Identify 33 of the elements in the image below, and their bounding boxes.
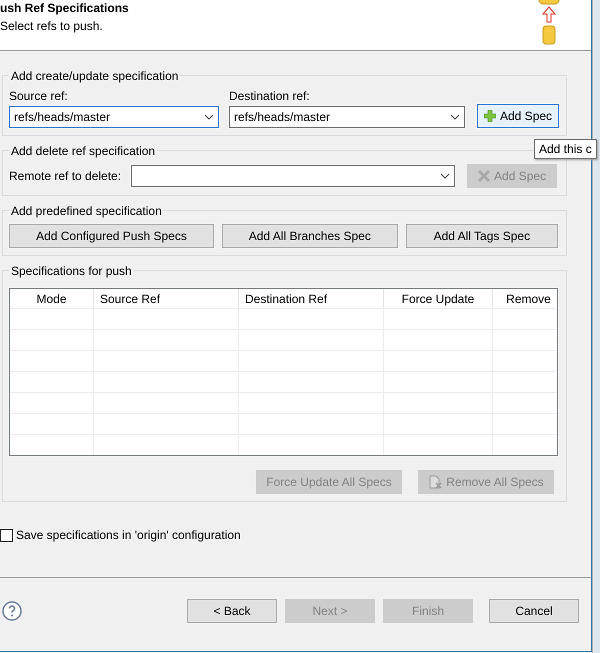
column-header[interactable]: Destination Ref bbox=[239, 289, 384, 308]
chevron-down-icon bbox=[450, 114, 460, 120]
destination-ref-combo[interactable]: refs/heads/master bbox=[229, 106, 465, 128]
wizard-button[interactable]: < Back bbox=[187, 598, 277, 622]
field-label: Destination ref: bbox=[229, 89, 311, 103]
group-title: Add create/update specification bbox=[9, 69, 180, 83]
add-spec-button[interactable]: Add Spec bbox=[477, 104, 560, 128]
field-label: Source ref: bbox=[9, 89, 69, 103]
column-header[interactable]: Force Update bbox=[384, 289, 493, 308]
save-checkbox[interactable]: Save specifications in 'origin' configuration bbox=[0, 528, 567, 542]
group-title: Specifications for push bbox=[9, 264, 134, 278]
remote-ref-combo[interactable] bbox=[131, 165, 456, 187]
chevron-down-icon bbox=[440, 173, 450, 179]
predefined-spec-button[interactable]: Add All Branches Spec bbox=[222, 224, 398, 248]
page-subtitle: Select refs to push. bbox=[0, 19, 104, 33]
chevron-down-icon bbox=[204, 114, 214, 120]
checkbox[interactable] bbox=[0, 528, 13, 542]
field-label: Remote ref to delete: bbox=[9, 169, 122, 183]
help-icon[interactable] bbox=[2, 600, 22, 620]
close-icon bbox=[478, 170, 490, 182]
group-title: Add predefined specification bbox=[9, 204, 164, 218]
tooltip: Add this c bbox=[534, 139, 597, 159]
column-header[interactable]: Remove bbox=[493, 289, 557, 308]
column-header[interactable]: Source Ref bbox=[94, 289, 239, 308]
predefined-spec-button[interactable]: Add All Tags Spec bbox=[406, 224, 558, 248]
plus-icon bbox=[484, 110, 496, 122]
document-remove-icon bbox=[428, 475, 442, 489]
group-title: Add delete ref specification bbox=[9, 144, 158, 158]
source-ref-combo[interactable]: refs/heads/master bbox=[9, 106, 219, 128]
predefined-spec-button[interactable]: Add Configured Push Specs bbox=[9, 224, 214, 248]
page-title: ush Ref Specifications bbox=[0, 0, 129, 15]
column-header[interactable]: Mode bbox=[10, 289, 94, 308]
wizard-button[interactable]: Cancel bbox=[489, 598, 579, 622]
